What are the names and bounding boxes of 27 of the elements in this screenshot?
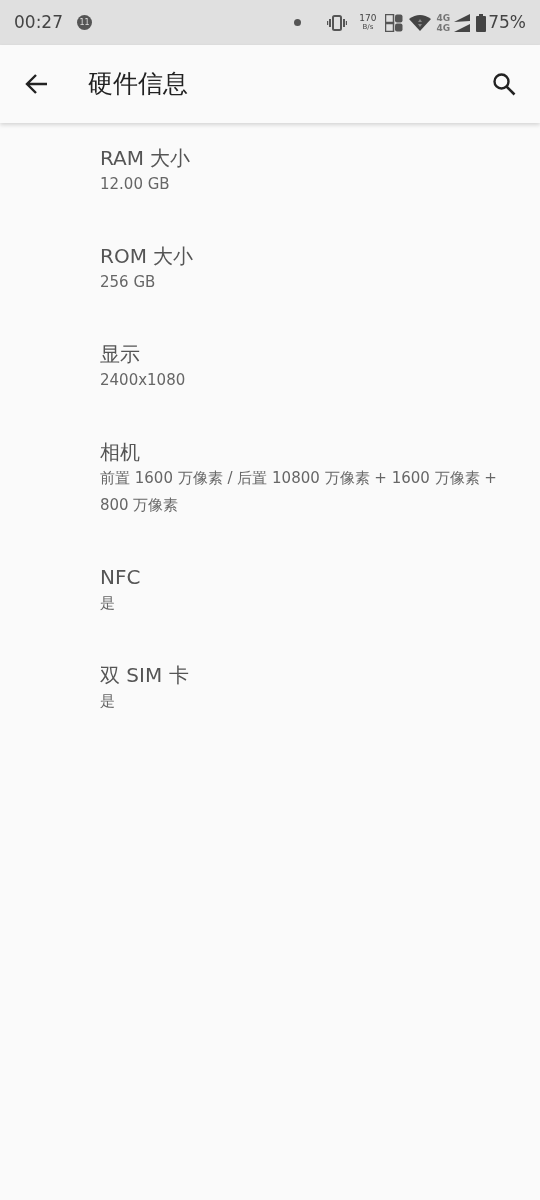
- item-value: 2400x1080: [100, 370, 187, 391]
- item-title: 双 SIM 卡: [100, 662, 190, 688]
- item-value: 是: [100, 593, 116, 614]
- item-title: 显示: [100, 341, 141, 367]
- item-title: RAM 大小: [100, 145, 192, 171]
- battery-icon: [476, 13, 487, 32]
- dot-icon: [294, 19, 302, 26]
- item-value: 是: [100, 691, 116, 712]
- speed-text: 170: [359, 13, 377, 23]
- item-value: 前置 1600 万像素 / 后置 10800 万像素 + 1600 万像素 + 800 万像素: [100, 468, 498, 516]
- hd-icon: [384, 13, 403, 32]
- notification-badge: 11: [77, 15, 92, 30]
- battery-level: 75%: [488, 10, 526, 34]
- screen-title: 硬件信息: [88, 68, 189, 101]
- item-title: 相机: [100, 439, 141, 465]
- network-type: 4G: [436, 12, 451, 23]
- signal-icon: [454, 13, 471, 32]
- item-value: 256 GB: [100, 272, 157, 293]
- clock: 00:27: [14, 10, 63, 34]
- item-title: NFC: [100, 564, 142, 590]
- search-icon[interactable]: [492, 72, 516, 96]
- network-type: 4G: [436, 22, 451, 33]
- wifi-icon: [408, 14, 431, 31]
- item-title: ROM 大小: [100, 243, 195, 269]
- item-value: 12.00 GB: [100, 174, 171, 195]
- back-icon[interactable]: [24, 73, 48, 95]
- vibrate-icon: [327, 14, 348, 31]
